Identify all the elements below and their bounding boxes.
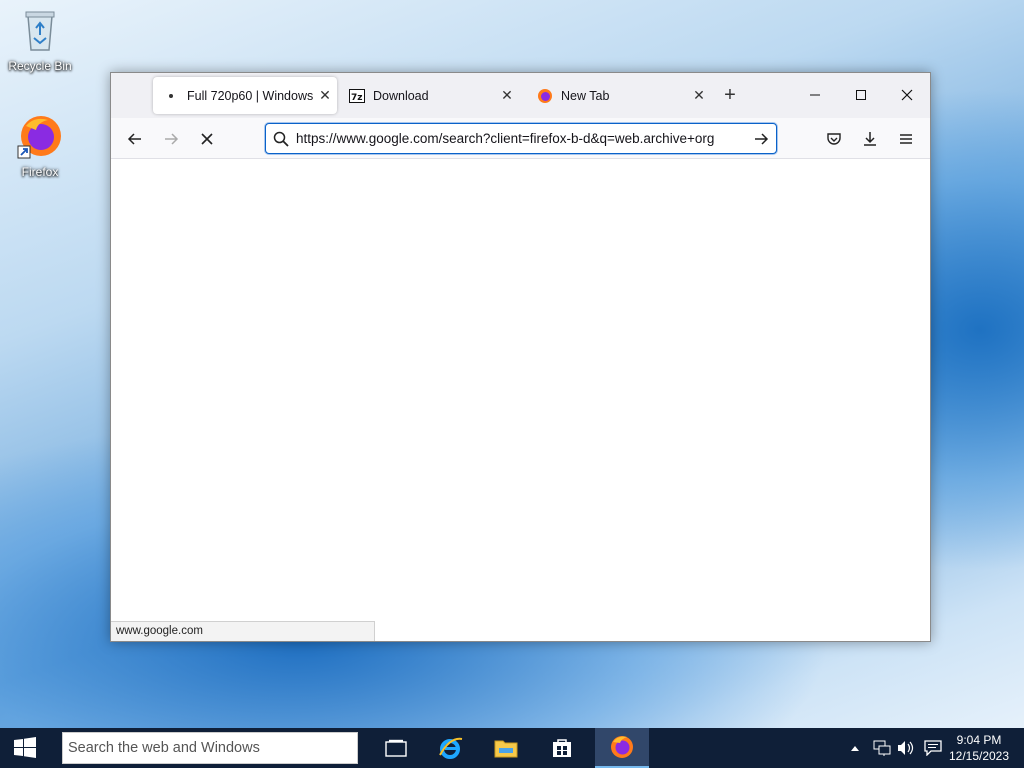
store-icon xyxy=(553,739,571,757)
tab-label: Download xyxy=(373,88,429,103)
task-view-icon xyxy=(385,739,407,757)
stop-icon xyxy=(201,133,213,145)
internet-explorer-icon xyxy=(439,737,463,759)
maximize-icon xyxy=(856,90,866,100)
chevron-up-icon xyxy=(851,746,859,751)
7zip-icon: 7z xyxy=(349,88,365,104)
new-tab-button[interactable]: + xyxy=(719,85,741,107)
desktop-icon-label: Recycle Bin xyxy=(8,59,72,73)
search-icon xyxy=(266,131,296,147)
action-center-button[interactable] xyxy=(922,728,944,768)
taskbar: Search the web and Windows 9:04 PM 12/15… xyxy=(0,728,1024,768)
desktop-icon-firefox[interactable]: Firefox xyxy=(2,112,78,179)
download-icon xyxy=(864,132,876,146)
tab-new-tab[interactable]: New Tab ✕ xyxy=(527,77,711,114)
windows-logo-icon xyxy=(14,737,36,758)
store-button[interactable] xyxy=(537,728,587,768)
navigation-toolbar: https://www.google.com/search?client=fir… xyxy=(111,118,930,159)
hamburger-menu-icon xyxy=(900,134,912,144)
back-button[interactable] xyxy=(121,125,149,153)
file-explorer-button[interactable] xyxy=(481,728,531,768)
minimize-icon xyxy=(810,94,820,96)
firefox-icon xyxy=(611,736,633,758)
address-bar[interactable]: https://www.google.com/search?client=fir… xyxy=(265,123,777,154)
notification-icon xyxy=(924,740,942,756)
status-bar: www.google.com xyxy=(111,621,375,641)
tab-strip: Full 720p60 | Windows T ✕ 7z Download ✕ … xyxy=(111,73,930,118)
firefox-window: Full 720p60 | Windows T ✕ 7z Download ✕ … xyxy=(110,72,931,642)
app-menu-button[interactable] xyxy=(892,125,920,153)
firefox-icon xyxy=(537,88,553,104)
loading-dot-icon xyxy=(163,88,179,104)
minimize-button[interactable] xyxy=(792,73,838,117)
tab-label: Full 720p60 | Windows T xyxy=(187,88,313,103)
network-icon[interactable] xyxy=(872,728,892,768)
url-text[interactable]: https://www.google.com/search?client=fir… xyxy=(296,131,746,146)
desktop-icon-label: Firefox xyxy=(21,165,59,179)
task-view-button[interactable] xyxy=(371,728,421,768)
forward-button[interactable] xyxy=(157,125,185,153)
firefox-taskbar-button[interactable] xyxy=(595,728,649,768)
stop-button[interactable] xyxy=(193,125,221,153)
start-button[interactable] xyxy=(0,728,50,768)
clock-time: 9:04 PM xyxy=(956,733,1002,747)
folder-icon xyxy=(494,740,518,758)
recycle-bin-icon xyxy=(2,6,78,57)
close-icon xyxy=(901,89,913,101)
close-window-button[interactable] xyxy=(884,73,930,117)
tab-label: New Tab xyxy=(561,88,610,103)
volume-icon[interactable] xyxy=(896,728,916,768)
system-clock[interactable]: 9:04 PM 12/15/2023 xyxy=(944,732,1014,764)
tab-download[interactable]: 7z Download ✕ xyxy=(339,77,519,114)
close-tab-icon[interactable]: ✕ xyxy=(687,87,711,104)
page-content xyxy=(111,160,930,641)
arrow-right-icon xyxy=(165,133,179,145)
pocket-icon xyxy=(827,133,841,145)
internet-explorer-button[interactable] xyxy=(425,728,475,768)
show-hidden-icons-button[interactable] xyxy=(847,728,863,768)
go-arrow-icon[interactable] xyxy=(746,131,776,147)
pocket-button[interactable] xyxy=(820,125,848,153)
taskbar-search-input[interactable]: Search the web and Windows xyxy=(62,732,358,764)
svg-text:7z: 7z xyxy=(351,93,363,103)
firefox-icon xyxy=(2,112,78,163)
close-tab-icon[interactable]: ✕ xyxy=(313,87,337,104)
desktop-icon-recycle-bin[interactable]: Recycle Bin xyxy=(2,6,78,73)
arrow-left-icon xyxy=(127,133,141,145)
clock-date: 12/15/2023 xyxy=(948,749,1010,763)
downloads-button[interactable] xyxy=(856,125,884,153)
maximize-button[interactable] xyxy=(838,73,884,117)
tab-full-720p60[interactable]: Full 720p60 | Windows T ✕ xyxy=(153,77,337,114)
close-tab-icon[interactable]: ✕ xyxy=(495,87,519,104)
